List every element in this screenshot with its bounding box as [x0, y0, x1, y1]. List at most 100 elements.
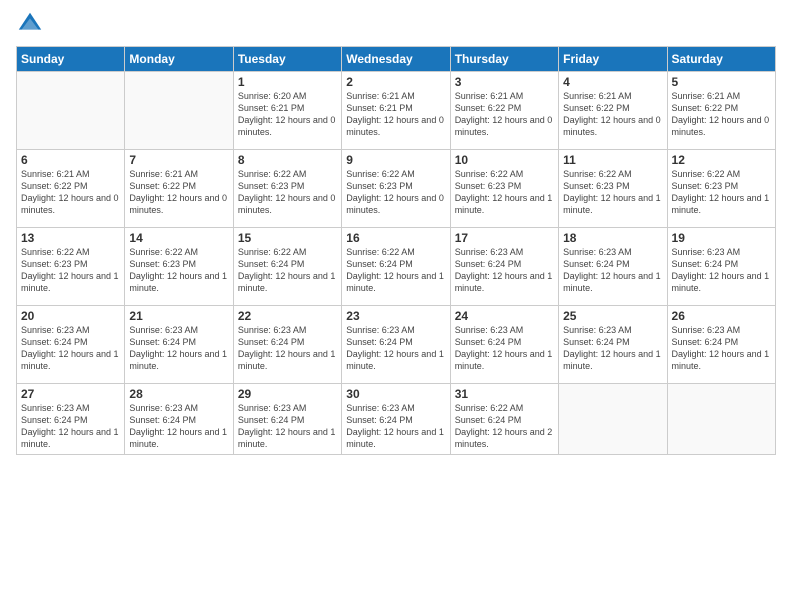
day-info: Sunrise: 6:22 AMSunset: 6:23 PMDaylight:…	[563, 168, 662, 217]
calendar-week-row: 20Sunrise: 6:23 AMSunset: 6:24 PMDayligh…	[17, 306, 776, 384]
day-info: Sunrise: 6:23 AMSunset: 6:24 PMDaylight:…	[672, 246, 771, 295]
day-info: Sunrise: 6:23 AMSunset: 6:24 PMDaylight:…	[238, 402, 337, 451]
calendar-week-row: 6Sunrise: 6:21 AMSunset: 6:22 PMDaylight…	[17, 150, 776, 228]
day-number: 29	[238, 387, 337, 401]
calendar-cell: 11Sunrise: 6:22 AMSunset: 6:23 PMDayligh…	[559, 150, 667, 228]
day-number: 19	[672, 231, 771, 245]
day-number: 25	[563, 309, 662, 323]
calendar-cell: 20Sunrise: 6:23 AMSunset: 6:24 PMDayligh…	[17, 306, 125, 384]
calendar-cell: 23Sunrise: 6:23 AMSunset: 6:24 PMDayligh…	[342, 306, 450, 384]
day-number: 27	[21, 387, 120, 401]
day-number: 13	[21, 231, 120, 245]
calendar-table: SundayMondayTuesdayWednesdayThursdayFrid…	[16, 46, 776, 455]
day-number: 16	[346, 231, 445, 245]
day-number: 18	[563, 231, 662, 245]
day-number: 20	[21, 309, 120, 323]
day-info: Sunrise: 6:22 AMSunset: 6:23 PMDaylight:…	[672, 168, 771, 217]
day-number: 10	[455, 153, 554, 167]
day-info: Sunrise: 6:22 AMSunset: 6:23 PMDaylight:…	[238, 168, 337, 217]
calendar-cell: 21Sunrise: 6:23 AMSunset: 6:24 PMDayligh…	[125, 306, 233, 384]
calendar-header-row: SundayMondayTuesdayWednesdayThursdayFrid…	[17, 47, 776, 72]
calendar-cell	[667, 384, 775, 455]
day-number: 6	[21, 153, 120, 167]
calendar-cell: 25Sunrise: 6:23 AMSunset: 6:24 PMDayligh…	[559, 306, 667, 384]
day-info: Sunrise: 6:22 AMSunset: 6:23 PMDaylight:…	[129, 246, 228, 295]
day-info: Sunrise: 6:22 AMSunset: 6:23 PMDaylight:…	[346, 168, 445, 217]
day-info: Sunrise: 6:22 AMSunset: 6:24 PMDaylight:…	[455, 402, 554, 451]
day-number: 4	[563, 75, 662, 89]
day-info: Sunrise: 6:23 AMSunset: 6:24 PMDaylight:…	[563, 324, 662, 373]
day-header-monday: Monday	[125, 47, 233, 72]
day-header-friday: Friday	[559, 47, 667, 72]
calendar-cell: 24Sunrise: 6:23 AMSunset: 6:24 PMDayligh…	[450, 306, 558, 384]
day-number: 3	[455, 75, 554, 89]
day-info: Sunrise: 6:21 AMSunset: 6:21 PMDaylight:…	[346, 90, 445, 139]
day-number: 15	[238, 231, 337, 245]
day-info: Sunrise: 6:23 AMSunset: 6:24 PMDaylight:…	[21, 324, 120, 373]
calendar-cell: 12Sunrise: 6:22 AMSunset: 6:23 PMDayligh…	[667, 150, 775, 228]
day-number: 5	[672, 75, 771, 89]
day-info: Sunrise: 6:23 AMSunset: 6:24 PMDaylight:…	[346, 324, 445, 373]
day-info: Sunrise: 6:23 AMSunset: 6:24 PMDaylight:…	[129, 402, 228, 451]
day-header-wednesday: Wednesday	[342, 47, 450, 72]
calendar-cell	[125, 72, 233, 150]
calendar-cell: 3Sunrise: 6:21 AMSunset: 6:22 PMDaylight…	[450, 72, 558, 150]
calendar-cell	[559, 384, 667, 455]
calendar-cell: 4Sunrise: 6:21 AMSunset: 6:22 PMDaylight…	[559, 72, 667, 150]
calendar-week-row: 13Sunrise: 6:22 AMSunset: 6:23 PMDayligh…	[17, 228, 776, 306]
calendar-cell: 13Sunrise: 6:22 AMSunset: 6:23 PMDayligh…	[17, 228, 125, 306]
calendar-cell: 1Sunrise: 6:20 AMSunset: 6:21 PMDaylight…	[233, 72, 341, 150]
day-info: Sunrise: 6:23 AMSunset: 6:24 PMDaylight:…	[346, 402, 445, 451]
calendar-cell: 19Sunrise: 6:23 AMSunset: 6:24 PMDayligh…	[667, 228, 775, 306]
page: SundayMondayTuesdayWednesdayThursdayFrid…	[0, 0, 792, 612]
calendar-cell: 18Sunrise: 6:23 AMSunset: 6:24 PMDayligh…	[559, 228, 667, 306]
calendar-cell: 9Sunrise: 6:22 AMSunset: 6:23 PMDaylight…	[342, 150, 450, 228]
day-info: Sunrise: 6:21 AMSunset: 6:22 PMDaylight:…	[129, 168, 228, 217]
calendar-cell: 6Sunrise: 6:21 AMSunset: 6:22 PMDaylight…	[17, 150, 125, 228]
day-number: 14	[129, 231, 228, 245]
day-number: 26	[672, 309, 771, 323]
day-number: 7	[129, 153, 228, 167]
day-number: 22	[238, 309, 337, 323]
calendar-cell: 10Sunrise: 6:22 AMSunset: 6:23 PMDayligh…	[450, 150, 558, 228]
day-info: Sunrise: 6:22 AMSunset: 6:24 PMDaylight:…	[238, 246, 337, 295]
day-info: Sunrise: 6:21 AMSunset: 6:22 PMDaylight:…	[455, 90, 554, 139]
day-number: 11	[563, 153, 662, 167]
day-number: 1	[238, 75, 337, 89]
day-info: Sunrise: 6:22 AMSunset: 6:23 PMDaylight:…	[21, 246, 120, 295]
calendar-cell: 14Sunrise: 6:22 AMSunset: 6:23 PMDayligh…	[125, 228, 233, 306]
day-info: Sunrise: 6:23 AMSunset: 6:24 PMDaylight:…	[238, 324, 337, 373]
day-info: Sunrise: 6:23 AMSunset: 6:24 PMDaylight:…	[672, 324, 771, 373]
calendar-cell: 15Sunrise: 6:22 AMSunset: 6:24 PMDayligh…	[233, 228, 341, 306]
day-info: Sunrise: 6:22 AMSunset: 6:23 PMDaylight:…	[455, 168, 554, 217]
day-header-tuesday: Tuesday	[233, 47, 341, 72]
calendar-cell: 28Sunrise: 6:23 AMSunset: 6:24 PMDayligh…	[125, 384, 233, 455]
day-number: 12	[672, 153, 771, 167]
calendar-cell: 22Sunrise: 6:23 AMSunset: 6:24 PMDayligh…	[233, 306, 341, 384]
day-number: 31	[455, 387, 554, 401]
calendar-cell: 17Sunrise: 6:23 AMSunset: 6:24 PMDayligh…	[450, 228, 558, 306]
calendar-cell: 29Sunrise: 6:23 AMSunset: 6:24 PMDayligh…	[233, 384, 341, 455]
day-number: 8	[238, 153, 337, 167]
day-number: 28	[129, 387, 228, 401]
generalblue-logo-icon	[16, 10, 44, 38]
day-header-sunday: Sunday	[17, 47, 125, 72]
day-info: Sunrise: 6:21 AMSunset: 6:22 PMDaylight:…	[563, 90, 662, 139]
day-number: 21	[129, 309, 228, 323]
day-number: 17	[455, 231, 554, 245]
logo	[16, 10, 48, 38]
day-info: Sunrise: 6:23 AMSunset: 6:24 PMDaylight:…	[21, 402, 120, 451]
day-info: Sunrise: 6:21 AMSunset: 6:22 PMDaylight:…	[21, 168, 120, 217]
day-number: 24	[455, 309, 554, 323]
calendar-cell	[17, 72, 125, 150]
calendar-cell: 8Sunrise: 6:22 AMSunset: 6:23 PMDaylight…	[233, 150, 341, 228]
calendar-cell: 2Sunrise: 6:21 AMSunset: 6:21 PMDaylight…	[342, 72, 450, 150]
calendar-week-row: 27Sunrise: 6:23 AMSunset: 6:24 PMDayligh…	[17, 384, 776, 455]
calendar-cell: 30Sunrise: 6:23 AMSunset: 6:24 PMDayligh…	[342, 384, 450, 455]
calendar-cell: 16Sunrise: 6:22 AMSunset: 6:24 PMDayligh…	[342, 228, 450, 306]
day-number: 2	[346, 75, 445, 89]
calendar-cell: 31Sunrise: 6:22 AMSunset: 6:24 PMDayligh…	[450, 384, 558, 455]
day-info: Sunrise: 6:23 AMSunset: 6:24 PMDaylight:…	[455, 324, 554, 373]
calendar-cell: 27Sunrise: 6:23 AMSunset: 6:24 PMDayligh…	[17, 384, 125, 455]
calendar-cell: 26Sunrise: 6:23 AMSunset: 6:24 PMDayligh…	[667, 306, 775, 384]
